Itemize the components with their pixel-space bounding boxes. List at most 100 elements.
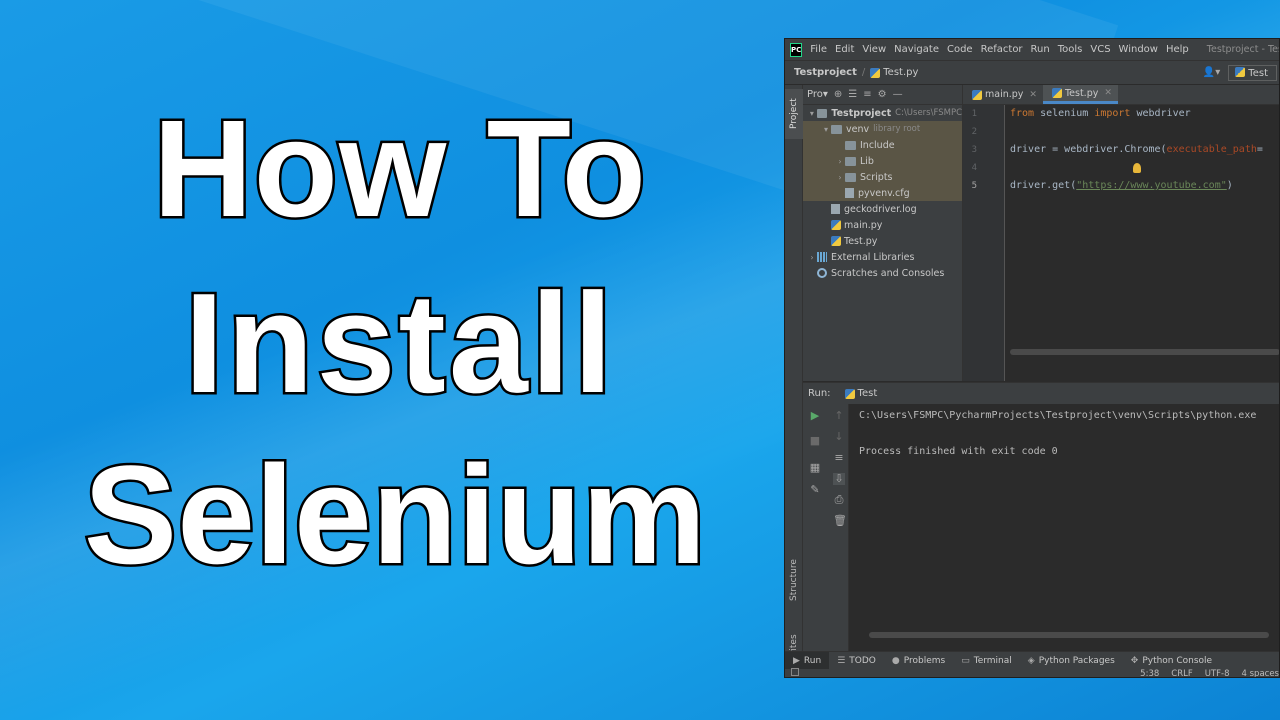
tree-item-label: External Libraries (831, 251, 915, 263)
tree-item[interactable]: Include (803, 137, 962, 153)
code-line-5[interactable]: driver.get("https://www.youtube.com") (1010, 180, 1233, 191)
project-panel: Pro▾ ⊕ ☰ ≡ ⚙ — ▾ Testproject C:\Users\FSMP… (803, 85, 963, 381)
chevron-icon[interactable]: ▾ (807, 109, 817, 118)
menu-navigate[interactable]: Navigate (890, 44, 943, 55)
tool-python-console[interactable]: ✥ Python Console (1123, 656, 1220, 666)
expand-all-icon[interactable]: ☰ (848, 89, 857, 100)
menu-help[interactable]: Help (1162, 44, 1193, 55)
left-tool-strip: Project Structure Favorites (785, 85, 803, 675)
tool-label: Terminal (973, 655, 1012, 666)
tree-item[interactable]: ▾ venv library root (803, 121, 962, 137)
menu-run[interactable]: Run (1027, 44, 1054, 55)
run-tab-test[interactable]: Test (844, 388, 877, 399)
tree-item[interactable]: main.py (803, 217, 962, 233)
chevron-icon[interactable]: › (807, 253, 817, 262)
menu-refactor[interactable]: Refactor (977, 44, 1027, 55)
menu-tools[interactable]: Tools (1054, 44, 1087, 55)
hide-icon[interactable]: — (893, 89, 903, 100)
gear-icon[interactable]: ⚙ (878, 89, 887, 100)
breadcrumb-file[interactable]: Test.py (883, 67, 918, 78)
console-line: C:\Users\FSMPC\PycharmProjects\Testproje… (859, 410, 1257, 421)
editor-horizontal-scrollbar[interactable] (1010, 349, 1279, 355)
rerun-icon[interactable]: ▶ (809, 410, 821, 422)
python-file-icon (1235, 66, 1246, 77)
code-parameter: executable_path (1166, 144, 1257, 155)
menu-view[interactable]: View (858, 44, 890, 55)
tool-problems[interactable]: ● Problems (884, 656, 953, 666)
arrow-up-icon[interactable]: ↑ (833, 410, 845, 422)
run-left-toolbar: ▶ ■ ▦ ✎ (803, 404, 827, 651)
caret-position[interactable]: 5:38 (1140, 669, 1159, 677)
tree-item[interactable]: › Scripts (803, 169, 962, 185)
tree-item[interactable]: › External Libraries (803, 249, 962, 265)
line-separator[interactable]: CRLF (1171, 669, 1192, 677)
code-text: = (1256, 144, 1263, 155)
menu-vcs[interactable]: VCS (1086, 44, 1114, 55)
menu-edit[interactable]: Edit (831, 44, 858, 55)
stop-icon[interactable]: ■ (809, 435, 821, 447)
thumbnail-title-line-1: How To (151, 92, 649, 246)
tab-main-py[interactable]: main.py ✕ (963, 85, 1043, 104)
project-view-selector[interactable]: Pro▾ (807, 89, 828, 100)
run-console[interactable]: C:\Users\FSMPC\PycharmProjects\Testproje… (849, 404, 1279, 651)
pin-icon[interactable]: ✎ (809, 484, 821, 496)
tool-terminal[interactable]: ▭ Terminal (953, 656, 1020, 666)
code-keyword: import (1094, 108, 1131, 119)
locate-icon[interactable]: ⊕ (834, 89, 842, 100)
tree-item[interactable]: ▾ Testproject C:\Users\FSMPC (803, 105, 962, 121)
tool-run[interactable]: ▶ Run (785, 651, 830, 670)
scroll-to-end-icon[interactable]: ⇩ (833, 473, 845, 485)
tab-test-py[interactable]: Test.py ✕ (1042, 85, 1118, 104)
trash-icon[interactable]: 🗑 (833, 515, 847, 527)
chevron-icon[interactable]: › (835, 173, 845, 182)
menu-bar: PC File Edit View Navigate Code Refactor… (785, 39, 1279, 61)
line-number-gutter: 1 2 3 4 5 (963, 105, 1005, 381)
indent-setting[interactable]: 4 spaces (1242, 669, 1279, 677)
tool-python-packages[interactable]: ◈ Python Packages (1020, 656, 1123, 666)
layout-icon[interactable]: ▦ (809, 462, 821, 474)
tree-item-label: Lib (860, 155, 874, 167)
run-configuration-selector[interactable]: Test (1228, 64, 1277, 81)
project-tool-tab[interactable]: Project (785, 89, 803, 139)
navigation-bar: Testproject / Test.py 👤▾ Test (785, 61, 1279, 85)
print-icon[interactable]: ⎙ (833, 494, 845, 506)
tool-todo[interactable]: ☰ TODO (829, 656, 884, 666)
tree-item[interactable]: Test.py (803, 233, 962, 249)
tree-item[interactable]: › Lib (803, 153, 962, 169)
breadcrumb-project[interactable]: Testproject (785, 67, 857, 78)
menu-file[interactable]: File (806, 44, 831, 55)
user-icon[interactable]: 👤▾ (1203, 67, 1220, 78)
tree-item[interactable]: geckodriver.log (803, 201, 962, 217)
console-horizontal-scrollbar[interactable] (869, 632, 1269, 638)
folder-icon (816, 108, 828, 118)
structure-tool-tab[interactable]: Structure (785, 555, 803, 605)
python-file-icon (1051, 88, 1062, 98)
tool-window-toggle-icon[interactable] (791, 668, 799, 676)
folder-icon (831, 124, 842, 134)
scratches-icon (817, 268, 827, 278)
collapse-all-icon[interactable]: ≡ (863, 89, 871, 100)
code-text: selenium (1034, 108, 1095, 119)
menu-window[interactable]: Window (1115, 44, 1162, 55)
tree-item-label: pyvenv.cfg (858, 187, 910, 199)
play-icon: ▶ (793, 655, 800, 666)
python-file-icon (972, 89, 982, 100)
file-encoding[interactable]: UTF-8 (1205, 669, 1230, 677)
project-panel-toolbar: Pro▾ ⊕ ☰ ≡ ⚙ — (803, 85, 962, 105)
code-line-1[interactable]: from selenium import webdriver (1010, 108, 1191, 119)
lightbulb-icon[interactable] (1133, 163, 1141, 173)
run-configuration-label: Test (1248, 67, 1268, 79)
arrow-down-icon[interactable]: ↓ (833, 431, 845, 443)
code-text: driver.get( (1010, 180, 1077, 191)
code-line-3[interactable]: driver = webdriver.Chrome(executable_pat… (1010, 144, 1263, 155)
tree-item[interactable]: pyvenv.cfg (803, 185, 962, 201)
chevron-icon[interactable]: › (835, 157, 845, 166)
close-icon[interactable]: ✕ (1029, 90, 1037, 100)
close-icon[interactable]: ✕ (1104, 88, 1112, 98)
tree-item-label: Test.py (844, 235, 878, 247)
soft-wrap-icon[interactable]: ≡ (833, 452, 845, 464)
menu-code[interactable]: Code (943, 44, 977, 55)
file-icon (831, 204, 840, 214)
chevron-icon[interactable]: ▾ (821, 125, 831, 134)
tree-item[interactable]: Scratches and Consoles (803, 265, 962, 281)
